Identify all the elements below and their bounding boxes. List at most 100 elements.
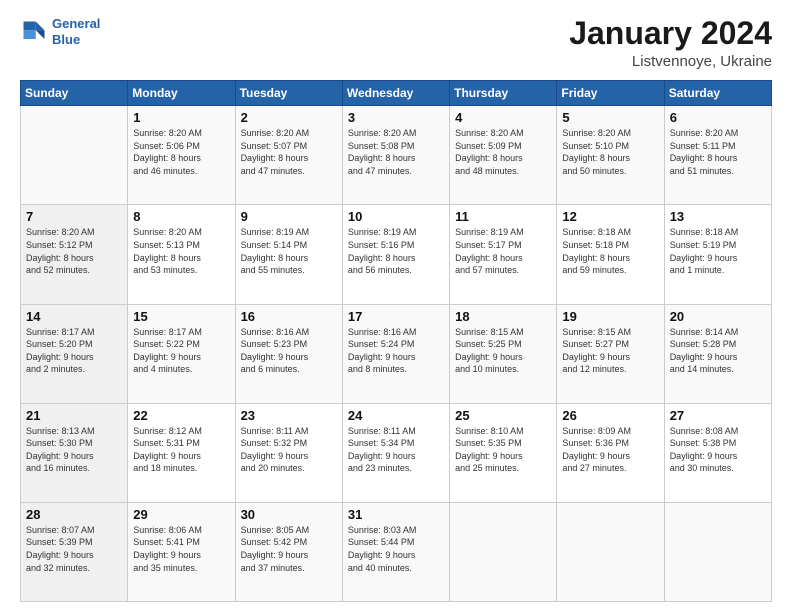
header-monday: Monday [128, 81, 235, 106]
calendar-cell: 31 Sunrise: 8:03 AM Sunset: 5:44 PM Dayli… [342, 502, 449, 601]
day-number: 31 [348, 507, 444, 522]
calendar-cell: 17 Sunrise: 8:16 AM Sunset: 5:24 PM Dayli… [342, 304, 449, 403]
day-info: Sunrise: 8:16 AM Sunset: 5:23 PM Dayligh… [241, 326, 337, 376]
day-info: Sunrise: 8:18 AM Sunset: 5:19 PM Dayligh… [670, 226, 766, 276]
day-number: 5 [562, 110, 658, 125]
day-number: 2 [241, 110, 337, 125]
day-info: Sunrise: 8:17 AM Sunset: 5:20 PM Dayligh… [26, 326, 122, 376]
calendar-week-2: 7 Sunrise: 8:20 AM Sunset: 5:12 PM Daylig… [21, 205, 772, 304]
calendar-cell: 25 Sunrise: 8:10 AM Sunset: 5:35 PM Dayli… [450, 403, 557, 502]
day-info: Sunrise: 8:03 AM Sunset: 5:44 PM Dayligh… [348, 524, 444, 574]
calendar-cell: 6 Sunrise: 8:20 AM Sunset: 5:11 PM Daylig… [664, 106, 771, 205]
day-number: 24 [348, 408, 444, 423]
calendar-cell: 30 Sunrise: 8:05 AM Sunset: 5:42 PM Dayli… [235, 502, 342, 601]
calendar-cell: 18 Sunrise: 8:15 AM Sunset: 5:25 PM Dayli… [450, 304, 557, 403]
calendar-cell: 15 Sunrise: 8:17 AM Sunset: 5:22 PM Dayli… [128, 304, 235, 403]
header-wednesday: Wednesday [342, 81, 449, 106]
day-number: 21 [26, 408, 122, 423]
day-info: Sunrise: 8:12 AM Sunset: 5:31 PM Dayligh… [133, 425, 229, 475]
day-number: 3 [348, 110, 444, 125]
header-thursday: Thursday [450, 81, 557, 106]
calendar-cell: 21Sunrise: 8:13 AM Sunset: 5:30 PM Dayli… [21, 403, 128, 502]
logo-line1: General [52, 16, 100, 31]
calendar-cell: 11 Sunrise: 8:19 AM Sunset: 5:17 PM Dayli… [450, 205, 557, 304]
calendar-cell: 14Sunrise: 8:17 AM Sunset: 5:20 PM Dayli… [21, 304, 128, 403]
calendar-cell: 8 Sunrise: 8:20 AM Sunset: 5:13 PM Daylig… [128, 205, 235, 304]
day-info: Sunrise: 8:19 AM Sunset: 5:17 PM Dayligh… [455, 226, 551, 276]
logo: General Blue [20, 16, 100, 47]
calendar-cell: 5Sunrise: 8:20 AM Sunset: 5:10 PM Daylig… [557, 106, 664, 205]
calendar-cell: 24 Sunrise: 8:11 AM Sunset: 5:34 PM Dayli… [342, 403, 449, 502]
page: General Blue January 2024 Listvennoye, U… [0, 0, 792, 612]
calendar-cell [450, 502, 557, 601]
day-number: 11 [455, 209, 551, 224]
day-number: 25 [455, 408, 551, 423]
day-number: 19 [562, 309, 658, 324]
day-info: Sunrise: 8:14 AM Sunset: 5:28 PM Dayligh… [670, 326, 766, 376]
day-info: Sunrise: 8:07 AM Sunset: 5:39 PM Dayligh… [26, 524, 122, 574]
calendar-week-5: 28Sunrise: 8:07 AM Sunset: 5:39 PM Dayli… [21, 502, 772, 601]
calendar-cell: 19 Sunrise: 8:15 AM Sunset: 5:27 PM Dayli… [557, 304, 664, 403]
day-info: Sunrise: 8:17 AM Sunset: 5:22 PM Dayligh… [133, 326, 229, 376]
day-info: Sunrise: 8:08 AM Sunset: 5:38 PM Dayligh… [670, 425, 766, 475]
day-info: Sunrise: 8:20 AM Sunset: 5:13 PM Dayligh… [133, 226, 229, 276]
day-info: Sunrise: 8:15 AM Sunset: 5:25 PM Dayligh… [455, 326, 551, 376]
day-info: Sunrise: 8:09 AM Sunset: 5:36 PM Dayligh… [562, 425, 658, 475]
day-number: 18 [455, 309, 551, 324]
day-info: Sunrise: 8:11 AM Sunset: 5:34 PM Dayligh… [348, 425, 444, 475]
calendar-cell: 23 Sunrise: 8:11 AM Sunset: 5:32 PM Dayli… [235, 403, 342, 502]
day-info: Sunrise: 8:15 AM Sunset: 5:27 PM Dayligh… [562, 326, 658, 376]
calendar-cell [21, 106, 128, 205]
day-number: 27 [670, 408, 766, 423]
day-number: 20 [670, 309, 766, 324]
day-info: Sunrise: 8:20 AM Sunset: 5:11 PM Dayligh… [670, 127, 766, 177]
day-info: Sunrise: 8:20 AM Sunset: 5:07 PM Dayligh… [241, 127, 337, 177]
calendar-cell: 26 Sunrise: 8:09 AM Sunset: 5:36 PM Dayli… [557, 403, 664, 502]
calendar-header-row: Sunday Monday Tuesday Wednesday Thursday… [21, 81, 772, 106]
calendar-cell: 27 Sunrise: 8:08 AM Sunset: 5:38 PM Dayli… [664, 403, 771, 502]
header: General Blue January 2024 Listvennoye, U… [20, 16, 772, 70]
day-number: 29 [133, 507, 229, 522]
day-number: 6 [670, 110, 766, 125]
calendar-cell: 28Sunrise: 8:07 AM Sunset: 5:39 PM Dayli… [21, 502, 128, 601]
day-info: Sunrise: 8:20 AM Sunset: 5:12 PM Dayligh… [26, 226, 122, 276]
day-number: 16 [241, 309, 337, 324]
day-number: 1 [133, 110, 229, 125]
header-saturday: Saturday [664, 81, 771, 106]
header-friday: Friday [557, 81, 664, 106]
day-info: Sunrise: 8:20 AM Sunset: 5:06 PM Dayligh… [133, 127, 229, 177]
calendar-cell: 1 Sunrise: 8:20 AM Sunset: 5:06 PM Daylig… [128, 106, 235, 205]
calendar-title: January 2024 [569, 16, 772, 51]
day-number: 26 [562, 408, 658, 423]
logo-text: General Blue [52, 16, 100, 47]
day-number: 17 [348, 309, 444, 324]
logo-line2: Blue [52, 32, 80, 47]
calendar-cell: 29Sunrise: 8:06 AM Sunset: 5:41 PM Dayli… [128, 502, 235, 601]
day-number: 15 [133, 309, 229, 324]
calendar-cell: 7 Sunrise: 8:20 AM Sunset: 5:12 PM Daylig… [21, 205, 128, 304]
day-number: 8 [133, 209, 229, 224]
day-number: 10 [348, 209, 444, 224]
header-sunday: Sunday [21, 81, 128, 106]
day-info: Sunrise: 8:05 AM Sunset: 5:42 PM Dayligh… [241, 524, 337, 574]
day-info: Sunrise: 8:10 AM Sunset: 5:35 PM Dayligh… [455, 425, 551, 475]
calendar-week-4: 21Sunrise: 8:13 AM Sunset: 5:30 PM Dayli… [21, 403, 772, 502]
day-number: 7 [26, 209, 122, 224]
day-info: Sunrise: 8:16 AM Sunset: 5:24 PM Dayligh… [348, 326, 444, 376]
calendar-cell: 2 Sunrise: 8:20 AM Sunset: 5:07 PM Daylig… [235, 106, 342, 205]
calendar-week-1: 1 Sunrise: 8:20 AM Sunset: 5:06 PM Daylig… [21, 106, 772, 205]
day-info: Sunrise: 8:20 AM Sunset: 5:09 PM Dayligh… [455, 127, 551, 177]
calendar-week-3: 14Sunrise: 8:17 AM Sunset: 5:20 PM Dayli… [21, 304, 772, 403]
calendar-cell: 4 Sunrise: 8:20 AM Sunset: 5:09 PM Daylig… [450, 106, 557, 205]
day-number: 13 [670, 209, 766, 224]
calendar-cell: 16 Sunrise: 8:16 AM Sunset: 5:23 PM Dayli… [235, 304, 342, 403]
title-block: January 2024 Listvennoye, Ukraine [569, 16, 772, 70]
day-number: 9 [241, 209, 337, 224]
day-info: Sunrise: 8:19 AM Sunset: 5:16 PM Dayligh… [348, 226, 444, 276]
calendar-table: Sunday Monday Tuesday Wednesday Thursday… [20, 80, 772, 602]
day-number: 30 [241, 507, 337, 522]
day-info: Sunrise: 8:11 AM Sunset: 5:32 PM Dayligh… [241, 425, 337, 475]
calendar-cell [664, 502, 771, 601]
day-number: 23 [241, 408, 337, 423]
day-number: 4 [455, 110, 551, 125]
